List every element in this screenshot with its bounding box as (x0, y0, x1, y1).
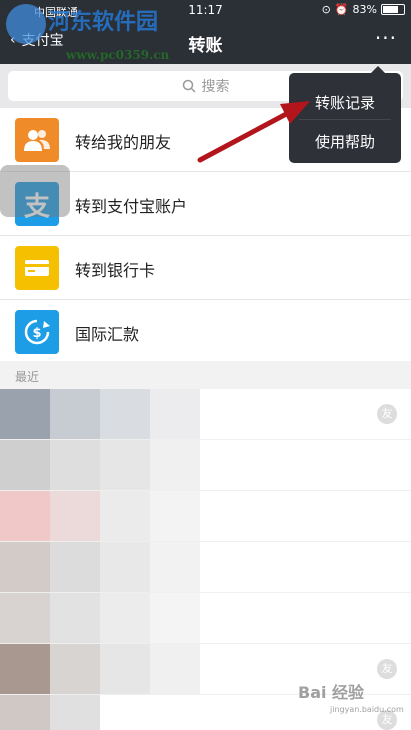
annotation-arrow-icon (197, 101, 310, 163)
baidu-watermark-url: jingyan.baidu.com (330, 705, 404, 714)
watermark-title: 河东软件园 (48, 9, 159, 35)
watermark-url: www.pc0359.cn (66, 48, 170, 62)
baidu-watermark: Bai 经验 (298, 683, 365, 702)
watermark-logo-icon (6, 4, 46, 44)
